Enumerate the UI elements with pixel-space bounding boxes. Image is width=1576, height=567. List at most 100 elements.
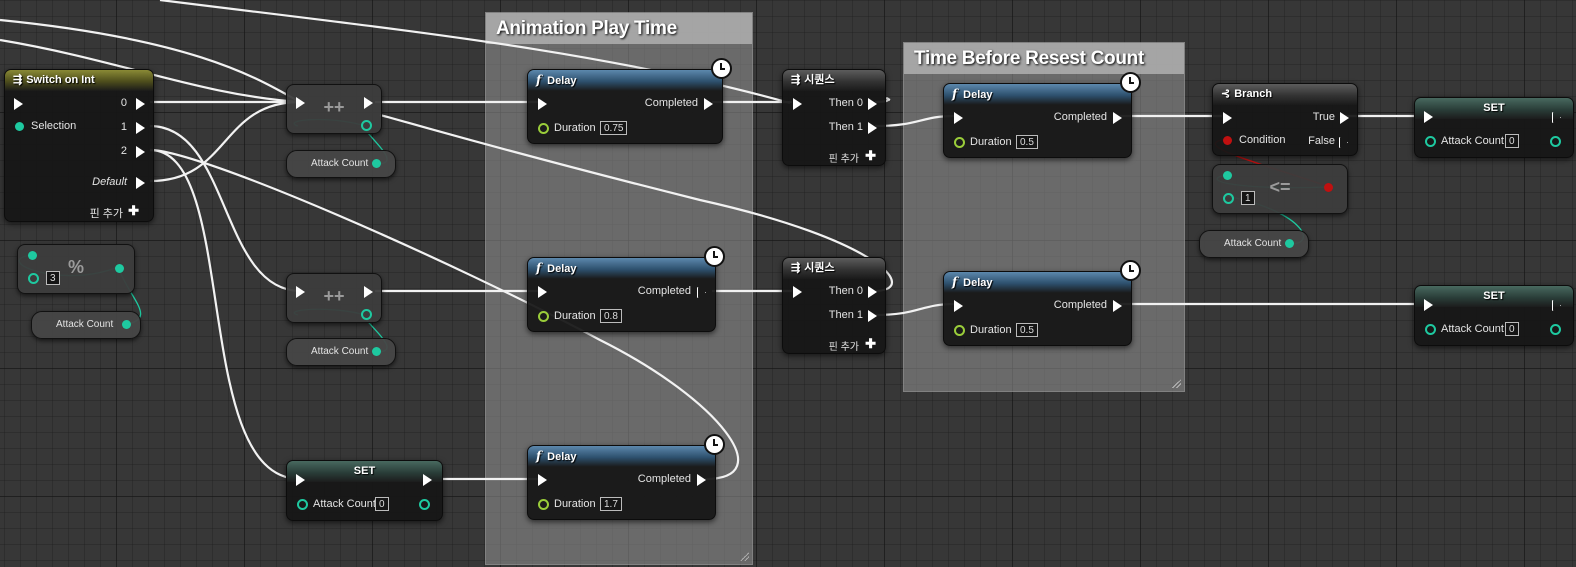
add-pin-button[interactable]: 핀 추가	[829, 338, 859, 353]
set-value[interactable]: 0	[1505, 322, 1519, 336]
set-out-pin[interactable]	[1550, 324, 1561, 335]
add-pin-button[interactable]: 핀 추가	[90, 205, 123, 221]
attack-count-out-pin[interactable]	[372, 347, 381, 356]
lte-value[interactable]: 1	[1241, 191, 1255, 205]
set-value[interactable]: 0	[375, 497, 389, 511]
sequence-node[interactable]: ⇶ 시퀀스 Then 0 Then 1 핀 추가 ✚	[782, 257, 886, 354]
case-1-pin[interactable]	[136, 122, 145, 134]
sequence-header: ⇶ 시퀀스	[783, 70, 885, 91]
delay-title: Delay	[963, 89, 993, 101]
attack-count-getter[interactable]: Attack Count	[1199, 230, 1309, 258]
completed-pin[interactable]	[697, 474, 706, 486]
set-value[interactable]: 0	[1505, 134, 1519, 148]
wire-case2	[149, 148, 301, 481]
delay-node[interactable]: f Delay Completed Duration 0.8	[527, 246, 725, 332]
false-pin[interactable]	[1339, 137, 1348, 148]
increment-out-pin[interactable]	[361, 309, 372, 320]
attack-count-in-pin[interactable]	[1425, 324, 1436, 335]
duration-value[interactable]: 0.5	[1016, 323, 1038, 337]
plus-icon[interactable]: ✚	[865, 148, 876, 164]
duration-value[interactable]: 0.8	[600, 309, 622, 323]
attack-count-getter[interactable]: Attack Count	[286, 338, 396, 366]
exec-in-pin[interactable]	[296, 474, 305, 486]
exec-in-pin[interactable]	[954, 112, 963, 124]
exec-in-pin[interactable]	[14, 98, 23, 110]
case-0-pin[interactable]	[136, 98, 145, 110]
duration-label: Duration	[970, 136, 1012, 148]
duration-label: Duration	[554, 310, 596, 322]
duration-pin[interactable]	[538, 499, 549, 510]
default-pin[interactable]	[136, 177, 145, 189]
attack-count-out-pin[interactable]	[122, 320, 131, 329]
set-attack-count-node[interactable]: SET Attack Count 0	[1414, 97, 1574, 158]
increment-node[interactable]: ++	[286, 84, 382, 134]
selection-pin[interactable]	[15, 122, 24, 131]
modulo-in-b-pin[interactable]	[28, 273, 39, 284]
completed-pin[interactable]	[697, 287, 706, 298]
true-label: True	[1312, 111, 1335, 123]
exec-in-pin[interactable]	[954, 300, 963, 312]
attack-count-in-pin[interactable]	[1425, 136, 1436, 147]
attack-count-out-pin[interactable]	[372, 159, 381, 168]
attack-count-out-pin[interactable]	[1285, 239, 1294, 248]
exec-in-pin[interactable]	[538, 474, 547, 486]
delay-node[interactable]: f Delay Completed Duration 0.5	[943, 72, 1141, 158]
lte-out-pin[interactable]	[1324, 183, 1333, 192]
lte-in-a-pin[interactable]	[1223, 171, 1232, 180]
condition-pin[interactable]	[1223, 136, 1232, 145]
delay-node[interactable]: f Delay Completed Duration 0.5	[943, 260, 1141, 346]
exec-in-pin[interactable]	[1223, 112, 1232, 124]
modulo-node[interactable]: % 3	[17, 244, 135, 294]
add-pin-button[interactable]: 핀 추가	[829, 150, 859, 165]
then-1-pin[interactable]	[868, 310, 877, 322]
then-1-pin[interactable]	[868, 122, 877, 134]
plus-icon[interactable]: ✚	[128, 203, 139, 219]
sequence-node[interactable]: ⇶ 시퀀스 Then 0 Then 1 핀 추가 ✚	[782, 69, 886, 166]
true-pin[interactable]	[1340, 112, 1349, 124]
exec-in-pin[interactable]	[538, 98, 547, 110]
exec-in-pin[interactable]	[538, 286, 547, 298]
exec-out-pin[interactable]	[364, 97, 373, 109]
exec-in-pin[interactable]	[296, 97, 305, 109]
set-attack-count-node[interactable]: SET Attack Count 0	[286, 460, 443, 521]
then-0-pin[interactable]	[868, 98, 877, 110]
less-equal-node[interactable]: <= 1	[1212, 164, 1348, 214]
branch-node[interactable]: ⊰ Branch Condition True False	[1212, 83, 1358, 156]
attack-count-getter[interactable]: Attack Count	[286, 150, 396, 178]
lte-in-b-pin[interactable]	[1223, 193, 1234, 204]
completed-pin[interactable]	[704, 98, 713, 110]
modulo-in-a-pin[interactable]	[28, 251, 37, 260]
completed-pin[interactable]	[1113, 112, 1122, 124]
completed-pin[interactable]	[1113, 300, 1122, 312]
sequence-icon: ⇶	[791, 74, 801, 86]
exec-in-pin[interactable]	[793, 286, 802, 298]
exec-in-pin[interactable]	[1424, 299, 1433, 311]
delay-node[interactable]: f Delay Completed Duration 1.7	[527, 434, 725, 520]
case-2-pin[interactable]	[136, 146, 145, 158]
increment-out-pin[interactable]	[361, 120, 372, 131]
exec-out-pin[interactable]	[423, 474, 432, 486]
plus-icon[interactable]: ✚	[865, 336, 876, 352]
duration-value[interactable]: 0.5	[1016, 135, 1038, 149]
duration-pin[interactable]	[538, 123, 549, 134]
exec-in-pin[interactable]	[793, 98, 802, 110]
set-out-pin[interactable]	[1550, 136, 1561, 147]
set-out-pin[interactable]	[419, 499, 430, 510]
duration-value[interactable]: 0.75	[600, 121, 628, 135]
modulo-out-pin[interactable]	[115, 264, 124, 273]
switch-on-int-node[interactable]: ⇶ Switch on Int Selection 0 1 2 Default 핀…	[4, 69, 154, 222]
delay-node[interactable]: f Delay Completed Duration 0.75	[527, 58, 732, 144]
set-attack-count-node[interactable]: SET Attack Count 0	[1414, 285, 1574, 346]
exec-in-pin[interactable]	[296, 286, 305, 298]
duration-pin[interactable]	[538, 311, 549, 322]
duration-pin[interactable]	[954, 325, 965, 336]
then-0-pin[interactable]	[868, 286, 877, 298]
attack-count-getter[interactable]: Attack Count	[31, 311, 141, 339]
duration-pin[interactable]	[954, 137, 965, 148]
exec-in-pin[interactable]	[1424, 111, 1433, 123]
increment-node[interactable]: ++	[286, 273, 382, 323]
modulo-value[interactable]: 3	[46, 271, 60, 285]
attack-count-in-pin[interactable]	[297, 499, 308, 510]
duration-value[interactable]: 1.7	[600, 497, 622, 511]
exec-out-pin[interactable]	[364, 286, 373, 298]
